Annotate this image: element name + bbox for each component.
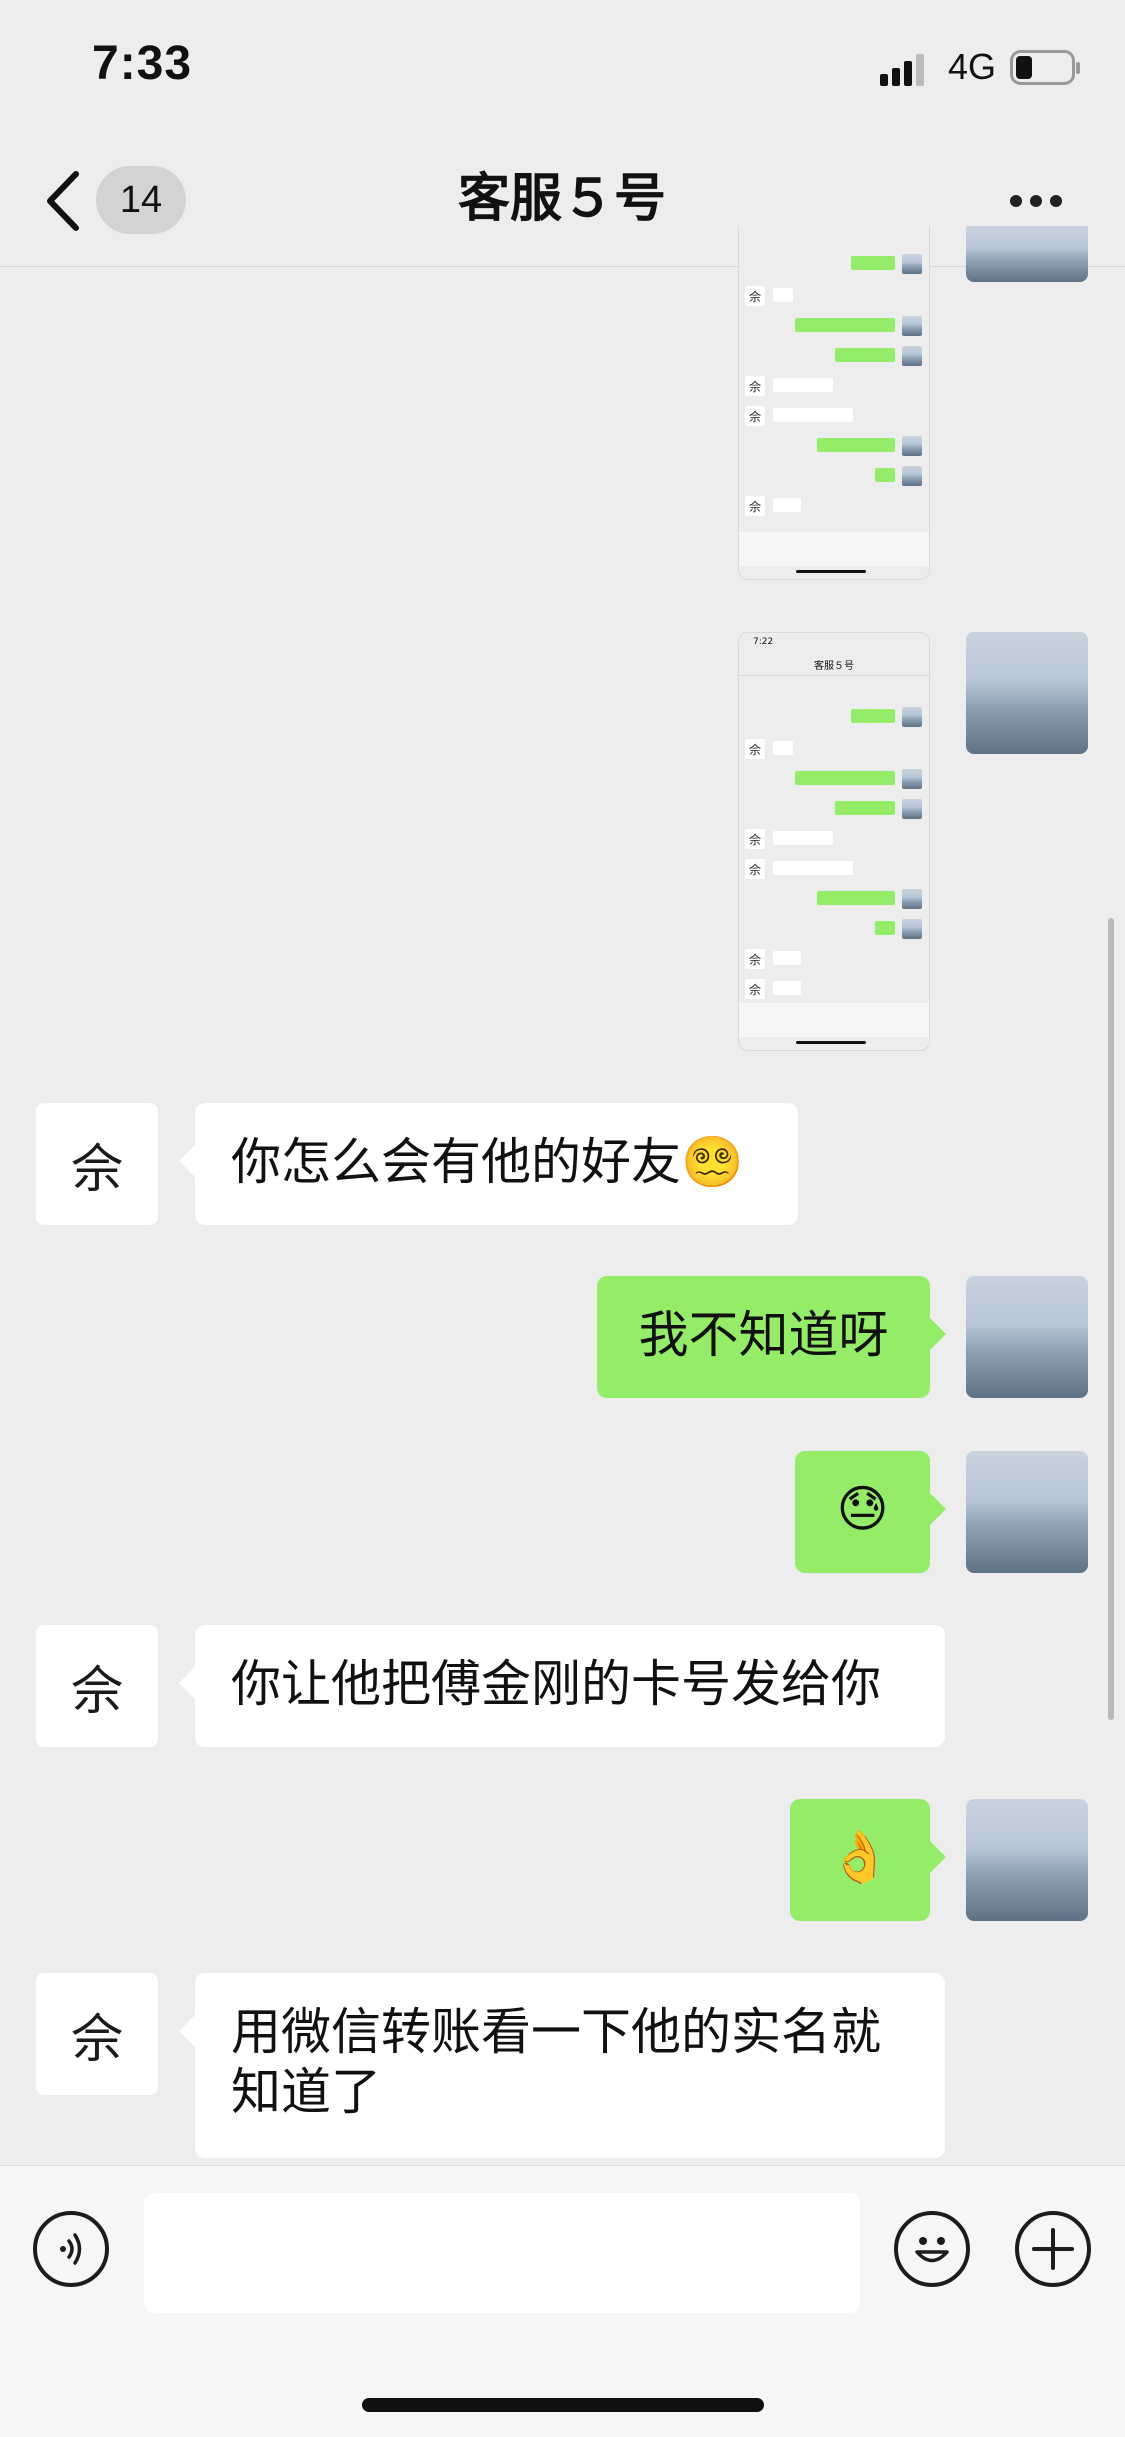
my-avatar[interactable]: [966, 226, 1088, 282]
sweat-emoji: 😓: [836, 1480, 889, 1538]
message-text: 我不知道呀: [638, 1306, 889, 1364]
message-bubble[interactable]: 😓: [795, 1451, 946, 1573]
signal-icon: [880, 54, 924, 86]
contact-avatar[interactable]: 佘: [36, 1103, 158, 1225]
my-avatar[interactable]: [966, 632, 1088, 754]
home-indicator[interactable]: [362, 2398, 764, 2412]
message-text: 你让他把傅金刚的卡号发给你: [231, 1655, 881, 1713]
unread-count-badge[interactable]: 14: [96, 166, 186, 234]
message-bubble[interactable]: 你怎么会有他的好友😵‍💫: [179, 1103, 798, 1225]
voice-icon[interactable]: [33, 2211, 109, 2287]
my-avatar[interactable]: [966, 1799, 1088, 1921]
battery-icon: [1010, 50, 1080, 85]
back-arrow-icon[interactable]: [40, 168, 90, 234]
my-avatar[interactable]: [966, 1276, 1088, 1398]
contact-avatar[interactable]: 佘: [36, 1625, 158, 1747]
my-avatar[interactable]: [966, 1451, 1088, 1573]
message-bubble[interactable]: 👌: [790, 1799, 946, 1921]
plus-icon[interactable]: [1015, 2211, 1091, 2287]
contact-avatar[interactable]: 佘: [36, 1973, 158, 2095]
status-time: 7:33: [92, 37, 193, 90]
message-text: 用微信转账看一下他的实名就知道了: [231, 2003, 881, 2121]
image-message-thumbnail[interactable]: 佘 佘 佘 佘: [738, 226, 930, 580]
network-type: 4G: [948, 46, 997, 87]
chat-title: 客服５号: [457, 169, 666, 229]
message-bubble[interactable]: 我不知道呀: [597, 1276, 946, 1398]
status-bar: 7:33 4G: [0, 0, 1125, 140]
dizzy-face-emoji: 😵‍💫: [681, 1133, 744, 1191]
image-message-thumbnail[interactable]: 7:22 客服５号 佘 佘 佘 佘 佘: [738, 632, 930, 1051]
ok-hand-emoji: 👌: [828, 1828, 892, 1886]
emoji-icon[interactable]: [894, 2211, 970, 2287]
message-input[interactable]: [144, 2193, 860, 2313]
message-text: 你怎么会有他的好友: [231, 1133, 681, 1191]
scrollbar[interactable]: [1108, 918, 1114, 1720]
message-bubble[interactable]: 用微信转账看一下他的实名就知道了: [179, 1973, 945, 2158]
message-bubble[interactable]: 你让他把傅金刚的卡号发给你: [179, 1625, 945, 1747]
more-options-icon[interactable]: [1010, 192, 1070, 207]
